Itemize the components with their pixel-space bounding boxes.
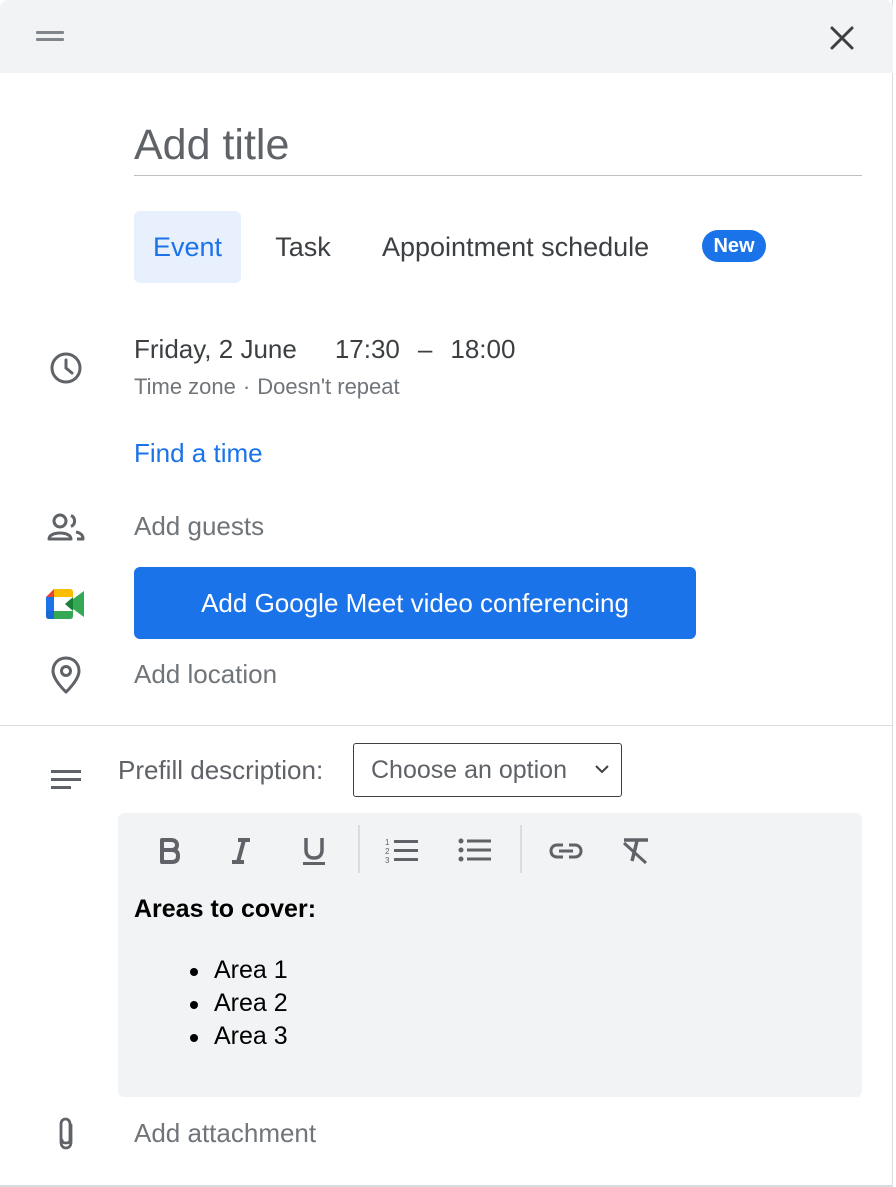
tab-task[interactable]: Task: [262, 211, 344, 283]
toolbar-separator: [358, 825, 360, 873]
italic-icon: [232, 838, 250, 864]
title-input[interactable]: [134, 112, 862, 176]
find-time-link[interactable]: Find a time: [134, 438, 263, 469]
list-item: Area 1: [174, 955, 288, 988]
dialog-header: [0, 0, 893, 73]
bold-button[interactable]: [148, 829, 192, 873]
svg-text:1: 1: [385, 838, 390, 847]
notes-icon: [46, 760, 86, 800]
people-icon: [46, 507, 86, 547]
date-selector[interactable]: Friday, 2 June: [134, 334, 297, 365]
repeat-selector[interactable]: Doesn't repeat: [257, 374, 399, 400]
clear-formatting-icon: [622, 838, 648, 865]
description-list: Area 1 Area 2 Area 3: [174, 955, 288, 1054]
add-guests-field[interactable]: Add guests: [134, 511, 264, 542]
clock-icon: [46, 348, 86, 388]
link-icon: [549, 843, 583, 859]
close-icon: [830, 26, 854, 50]
time-separator: –: [417, 334, 433, 364]
add-attachment-field[interactable]: Add attachment: [134, 1118, 316, 1149]
bulleted-list-button[interactable]: [453, 829, 497, 873]
chevron-down-icon: [595, 765, 609, 774]
tab-event[interactable]: Event: [134, 211, 241, 283]
start-time-selector[interactable]: 17:30: [335, 334, 400, 365]
add-google-meet-button[interactable]: Add Google Meet video conferencing: [134, 567, 696, 639]
timezone-link[interactable]: Time zone: [134, 374, 236, 400]
description-editor[interactable]: 1 2 3 Areas to cover: Area 1 Area 2 Area…: [118, 813, 862, 1097]
event-dialog: Event Task Appointment schedule New Frid…: [0, 0, 893, 1187]
underline-button[interactable]: [292, 829, 336, 873]
paperclip-icon: [46, 1114, 86, 1154]
svg-text:2: 2: [385, 847, 390, 856]
drag-handle-icon[interactable]: [36, 31, 64, 43]
datetime-options: Time zone · Doesn't repeat: [134, 374, 400, 400]
bold-icon: [160, 838, 180, 864]
add-location-field[interactable]: Add location: [134, 659, 277, 690]
section-divider: [0, 725, 893, 726]
list-item: Area 3: [174, 1021, 288, 1054]
numbered-list-icon: 1 2 3: [385, 838, 418, 865]
numbered-list-button[interactable]: 1 2 3: [380, 829, 424, 873]
select-value: Choose an option: [371, 755, 567, 784]
toolbar-separator: [520, 825, 522, 873]
google-meet-icon: [46, 584, 86, 624]
datetime-line: Friday, 2 June 17:30 – 18:00: [134, 334, 515, 365]
separator-dot: ·: [242, 374, 251, 399]
tab-appointment-schedule[interactable]: Appointment schedule: [370, 211, 649, 283]
bulleted-list-icon: [458, 838, 491, 862]
insert-link-button[interactable]: [544, 829, 588, 873]
new-badge: New: [702, 230, 766, 262]
close-button[interactable]: [822, 18, 862, 58]
description-heading: Areas to cover:: [134, 895, 317, 923]
location-pin-icon: [46, 655, 86, 695]
prefill-description-select[interactable]: Choose an option: [353, 743, 622, 797]
clear-formatting-button[interactable]: [614, 829, 658, 873]
list-item: Area 2: [174, 988, 288, 1021]
end-time-selector[interactable]: 18:00: [450, 334, 515, 365]
prefill-description-label: Prefill description:: [118, 755, 324, 785]
italic-button[interactable]: [219, 829, 263, 873]
svg-text:3: 3: [385, 856, 390, 865]
underline-icon: [303, 838, 325, 865]
